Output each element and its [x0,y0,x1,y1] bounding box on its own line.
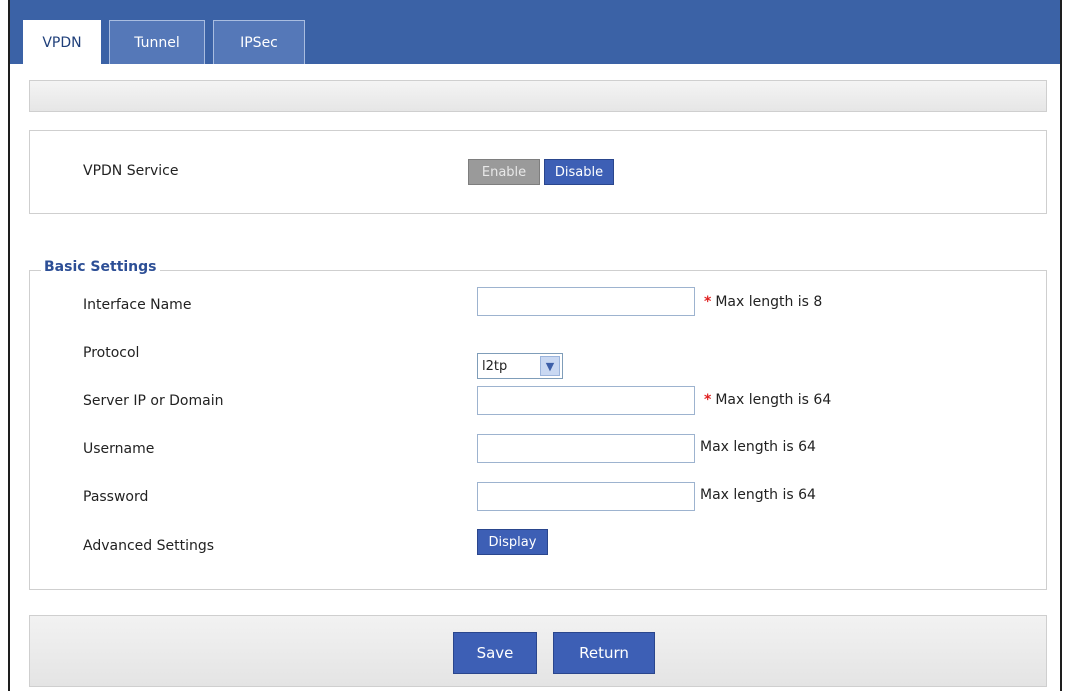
service-section: VPDN Service Enable Disable [29,130,1047,214]
password-input[interactable] [477,482,695,511]
tab-tunnel[interactable]: Tunnel [109,20,205,64]
advanced-settings-label: Advanced Settings [83,538,215,554]
password-hint: Max length is 64 [700,487,816,503]
basic-settings-legend: Basic Settings [41,259,160,275]
interface-name-input[interactable] [477,287,695,316]
required-mark: * [704,392,712,408]
protocol-select[interactable]: l2tp ▼ [477,353,563,379]
server-label: Server IP or Domain [83,393,224,409]
tab-ipsec[interactable]: IPSec [213,20,305,64]
password-label: Password [83,489,149,505]
protocol-label: Protocol [83,345,140,361]
return-button[interactable]: Return [553,632,655,674]
save-button[interactable]: Save [453,632,537,674]
username-input[interactable] [477,434,695,463]
server-hint: * Max length is 64 [704,392,831,408]
chevron-down-icon[interactable]: ▼ [540,356,560,376]
server-hint-text: Max length is 64 [715,392,832,408]
vpdn-service-label: VPDN Service [83,163,179,179]
username-hint: Max length is 64 [700,439,816,455]
interface-name-label: Interface Name [83,297,192,313]
basic-settings-fieldset: Basic Settings Interface Name * Max lengt… [29,259,1047,590]
interface-name-hint-text: Max length is 8 [715,294,823,310]
tab-vpdn[interactable]: VPDN [23,20,101,65]
disable-button[interactable]: Disable [544,159,614,185]
required-mark: * [704,294,712,310]
interface-name-hint: * Max length is 8 [704,294,822,310]
advanced-display-button[interactable]: Display [477,529,548,555]
protocol-selected-value: l2tp [482,358,508,374]
top-info-strip [29,80,1047,112]
footer-bar: Save Return [29,615,1047,687]
tab-bar: VPDN Tunnel IPSec [10,0,1060,65]
vpdn-page: VPDN Tunnel IPSec VPDN Service Enable Di… [8,0,1062,691]
server-input[interactable] [477,386,695,415]
enable-button[interactable]: Enable [468,159,540,185]
username-label: Username [83,441,155,457]
